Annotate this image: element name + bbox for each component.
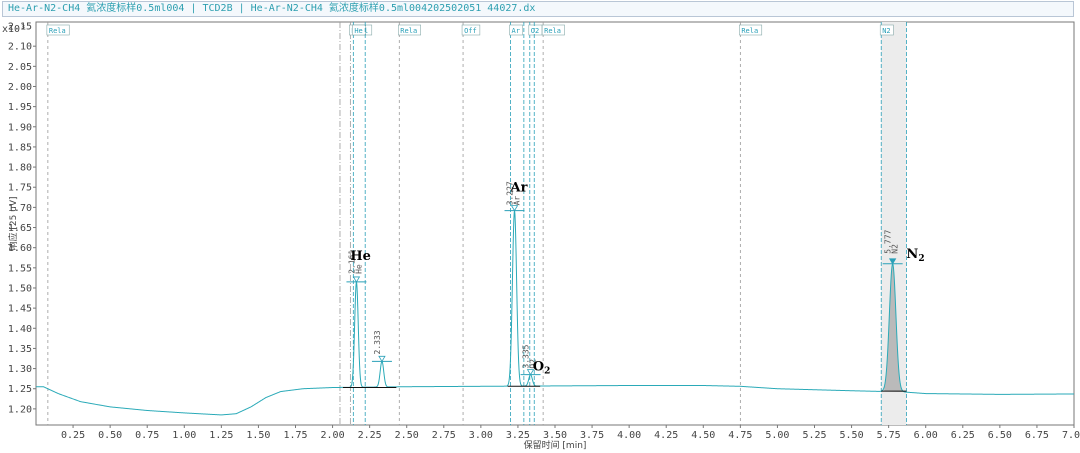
y-tick-label: 1.30	[8, 364, 32, 375]
x-tick-label: 4.25	[654, 430, 678, 441]
chromatogram-chart[interactable]: 1.201.251.301.351.401.451.501.551.601.65…	[0, 0, 1080, 453]
y-tick-label: 1.35	[8, 344, 32, 355]
event-flag-label: Rela	[400, 27, 417, 35]
x-tick-label: 3.50	[543, 430, 567, 441]
x-tick-label: 3.25	[506, 430, 530, 441]
x-tick-label: 0.75	[135, 430, 159, 441]
y-tick-label: 2.05	[8, 62, 32, 73]
x-tick-label: 1.00	[172, 430, 196, 441]
x-tick-label: 2.00	[321, 430, 345, 441]
y-tick-label: 1.45	[8, 304, 32, 315]
plot-frame	[35, 21, 1075, 426]
y-tick-label: 1.95	[8, 102, 32, 113]
event-flag-label: O2	[531, 27, 539, 35]
y-tick-label: 2.10	[8, 42, 32, 53]
x-tick-label: 7.00	[1062, 430, 1080, 441]
event-flag-label: Rela	[544, 27, 561, 35]
y-tick-label: 1.25	[8, 384, 32, 395]
y-tick-label: 1.20	[8, 404, 32, 415]
x-tick-label: 6.25	[951, 430, 975, 441]
chromatogram-window: He-Ar-N2-CH4 氦浓度标样0.5ml004 | TCD2B | He-…	[0, 0, 1080, 453]
y-tick-label: 1.90	[8, 122, 32, 133]
y-tick-label: 2.00	[8, 82, 32, 93]
x-tick-label: 1.50	[246, 430, 270, 441]
x-tick-label: 6.75	[1025, 430, 1049, 441]
peak-rt-label: 2.333	[373, 330, 382, 354]
peak-name-label: Ar	[513, 196, 522, 206]
x-tick-label: 5.50	[840, 430, 864, 441]
x-tick-label: 1.25	[209, 430, 233, 441]
event-flag-label: Rela	[741, 27, 758, 35]
x-tick-label: 4.00	[617, 430, 641, 441]
y-tick-label: 1.80	[8, 163, 32, 174]
event-flag-label: Ar	[512, 27, 520, 35]
y-tick-label: 1.40	[8, 324, 32, 335]
peak-name-label: He	[354, 264, 363, 274]
x-tick-label: 1.75	[283, 430, 307, 441]
y-axis-label: 响应 [25 uV]	[7, 196, 19, 250]
event-flag-label: Off	[464, 27, 477, 35]
x-tick-label: 4.75	[728, 430, 752, 441]
x-tick-label: 2.50	[395, 430, 419, 441]
peak-annotation: He	[350, 249, 371, 264]
x-tick-label: 5.25	[802, 430, 826, 441]
x-tick-label: 3.75	[580, 430, 604, 441]
peak-annotation: Ar	[510, 180, 528, 195]
x-tick-label: 2.75	[432, 430, 456, 441]
x-tick-label: 6.00	[914, 430, 938, 441]
y-tick-label: 1.75	[8, 183, 32, 194]
peak-name-label: N2	[891, 244, 900, 254]
x-tick-label: 4.50	[691, 430, 715, 441]
x-tick-label: 3.00	[469, 430, 493, 441]
y-top-tick-label: 2.15	[8, 22, 32, 33]
x-tick-label: 6.50	[988, 430, 1012, 441]
event-flag-label: N2	[882, 27, 890, 35]
y-tick-label: 1.55	[8, 263, 32, 274]
x-tick-label: 0.50	[98, 430, 122, 441]
x-axis-label: 保留时间 [min]	[524, 439, 587, 451]
event-flag-label: Rela	[49, 27, 66, 35]
x-tick-label: 5.00	[765, 430, 789, 441]
x-tick-label: 2.25	[358, 430, 382, 441]
y-tick-label: 1.85	[8, 142, 32, 153]
y-tick-label: 1.50	[8, 283, 32, 294]
x-tick-label: 0.25	[61, 430, 85, 441]
event-flag-label: He	[354, 27, 362, 35]
x-tick-label: 5.75	[877, 430, 901, 441]
